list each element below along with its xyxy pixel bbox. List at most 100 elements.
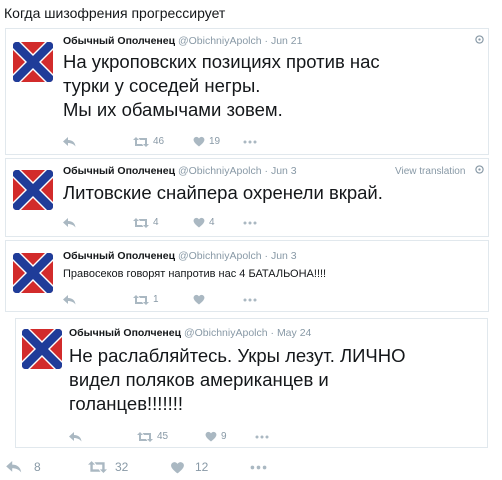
retweet-button[interactable]: 45 (137, 431, 205, 442)
more-icon (250, 465, 267, 470)
avatar[interactable] (13, 42, 53, 82)
more-icon (243, 298, 257, 302)
author-name[interactable]: Обычный Ополченец (63, 250, 175, 262)
tweet-actions: 1 (63, 294, 257, 305)
more-button[interactable] (243, 298, 257, 302)
retweet-icon (133, 136, 149, 147)
tweet-text-line: турки у соседей негры. (63, 75, 261, 96)
like-count: 4 (209, 217, 215, 228)
like-button[interactable]: 4 (193, 217, 243, 228)
like-button[interactable]: 9 (205, 431, 255, 442)
tweet-text-line: Мы их обамычами зовем. (63, 99, 283, 120)
tweet-text-line: Литовские снайпера охренели вкрай. (63, 182, 383, 203)
avatar[interactable] (13, 170, 53, 210)
flag-avatar-icon (13, 170, 53, 210)
tweet-text-line: видел поляков американцев и (69, 369, 329, 390)
like-button[interactable]: 12 (170, 460, 250, 474)
separator: · (270, 327, 275, 339)
retweet-count: 46 (153, 136, 165, 147)
tweet-header: Обычный Ополченец @ObichniyApolch · Jun … (63, 165, 297, 177)
retweet-icon (133, 217, 149, 228)
tweet-text-line: На укроповских позициях против нас (63, 51, 380, 72)
retweet-count: 4 (153, 217, 159, 228)
reply-button[interactable] (63, 217, 133, 228)
retweet-count: 1 (153, 294, 159, 305)
retweet-icon (88, 461, 107, 473)
reply-button[interactable] (63, 136, 133, 147)
author-handle[interactable]: @ObichniyApolch (184, 327, 268, 339)
tweet-actions: 46 19 (63, 136, 257, 147)
more-icon (255, 435, 269, 439)
tweet-header: Обычный Ополченец @ObichniyApolch · Jun … (63, 250, 297, 262)
author-name[interactable]: Обычный Ополченец (69, 327, 181, 339)
like-count: 19 (209, 136, 221, 147)
reply-icon (69, 431, 82, 442)
tweet-card[interactable]: Обычный Ополченец @ObichniyApolch · Jun … (5, 158, 489, 237)
reply-button[interactable] (63, 294, 133, 305)
reply-icon (63, 136, 76, 147)
like-count: 9 (221, 431, 227, 442)
author-name[interactable]: Обычный Ополченец (63, 165, 175, 177)
flag-avatar-icon (13, 42, 53, 82)
like-button[interactable] (193, 294, 243, 305)
tweet-text-line: голанцев!!!!!!! (69, 393, 184, 414)
heart-icon (193, 136, 205, 147)
tweet-card[interactable]: Обычный Ополченец @ObichniyApolch · Jun … (5, 28, 489, 155)
tweet-date[interactable]: Jun 3 (271, 165, 297, 177)
tweet-actions: 45 9 (69, 431, 269, 442)
globe-icon[interactable] (475, 165, 484, 174)
retweet-icon (133, 294, 149, 305)
retweet-count: 45 (157, 431, 169, 442)
view-translation-link[interactable]: View translation (395, 166, 465, 177)
reply-button[interactable] (69, 431, 137, 442)
more-icon (243, 140, 257, 144)
flag-avatar-icon (22, 329, 62, 369)
avatar[interactable] (13, 253, 53, 293)
author-handle[interactable]: @ObichniyApolch (178, 250, 262, 262)
separator: · (264, 35, 269, 47)
tweet-text-line: Не раслабляйтесь. Укры лезут. ЛИЧНО (69, 345, 406, 366)
heart-icon (205, 431, 217, 442)
reply-icon (63, 217, 76, 228)
separator: · (264, 250, 269, 262)
like-count: 12 (195, 460, 209, 474)
globe-icon[interactable] (475, 35, 484, 44)
author-handle[interactable]: @ObichniyApolch (178, 165, 262, 177)
tweet-card[interactable]: Обычный Ополченец @ObichniyApolch · May … (15, 318, 488, 448)
post-actions: 8 32 12 (6, 460, 267, 474)
flag-avatar-icon (13, 253, 53, 293)
tweet-text: Литовские снайпера охренели вкрай. (63, 181, 383, 205)
retweet-button[interactable]: 46 (133, 136, 193, 147)
tweet-card[interactable]: Обычный Ополченец @ObichniyApolch · Jun … (5, 240, 489, 312)
more-button[interactable] (255, 435, 269, 439)
tweet-text: На укроповских позициях против нас турки… (63, 50, 380, 122)
like-button[interactable]: 19 (193, 136, 243, 147)
tweet-actions: 4 4 (63, 217, 257, 228)
tweet-text: Не раслабляйтесь. Укры лезут. ЛИЧНО виде… (69, 344, 406, 416)
reply-icon (63, 294, 76, 305)
author-name[interactable]: Обычный Ополченец (63, 35, 175, 47)
retweet-button[interactable]: 1 (133, 294, 193, 305)
more-button[interactable] (243, 140, 257, 144)
retweet-count: 32 (115, 460, 129, 474)
retweet-button[interactable]: 32 (88, 460, 170, 474)
more-button[interactable] (250, 465, 267, 470)
reply-count: 8 (34, 460, 41, 474)
tweet-date[interactable]: Jun 3 (271, 250, 297, 262)
tweet-header: Обычный Ополченец @ObichniyApolch · May … (69, 327, 311, 339)
retweet-button[interactable]: 4 (133, 217, 193, 228)
heart-icon (193, 294, 205, 305)
tweet-date[interactable]: Jun 21 (271, 35, 303, 47)
more-icon (243, 221, 257, 225)
tweet-date[interactable]: May 24 (277, 327, 311, 339)
heart-icon (193, 217, 205, 228)
reply-button[interactable]: 8 (6, 460, 88, 474)
more-button[interactable] (243, 221, 257, 225)
tweet-header: Обычный Ополченец @ObichniyApolch · Jun … (63, 35, 302, 47)
avatar[interactable] (22, 329, 62, 369)
tweet-text-line: Правосеков говорят напротив нас 4 БАТАЛЬ… (63, 268, 327, 280)
reply-icon (6, 461, 22, 473)
post-caption: Когда шизофрения прогрессирует (4, 5, 226, 21)
retweet-icon (137, 431, 153, 442)
author-handle[interactable]: @ObichniyApolch (178, 35, 262, 47)
